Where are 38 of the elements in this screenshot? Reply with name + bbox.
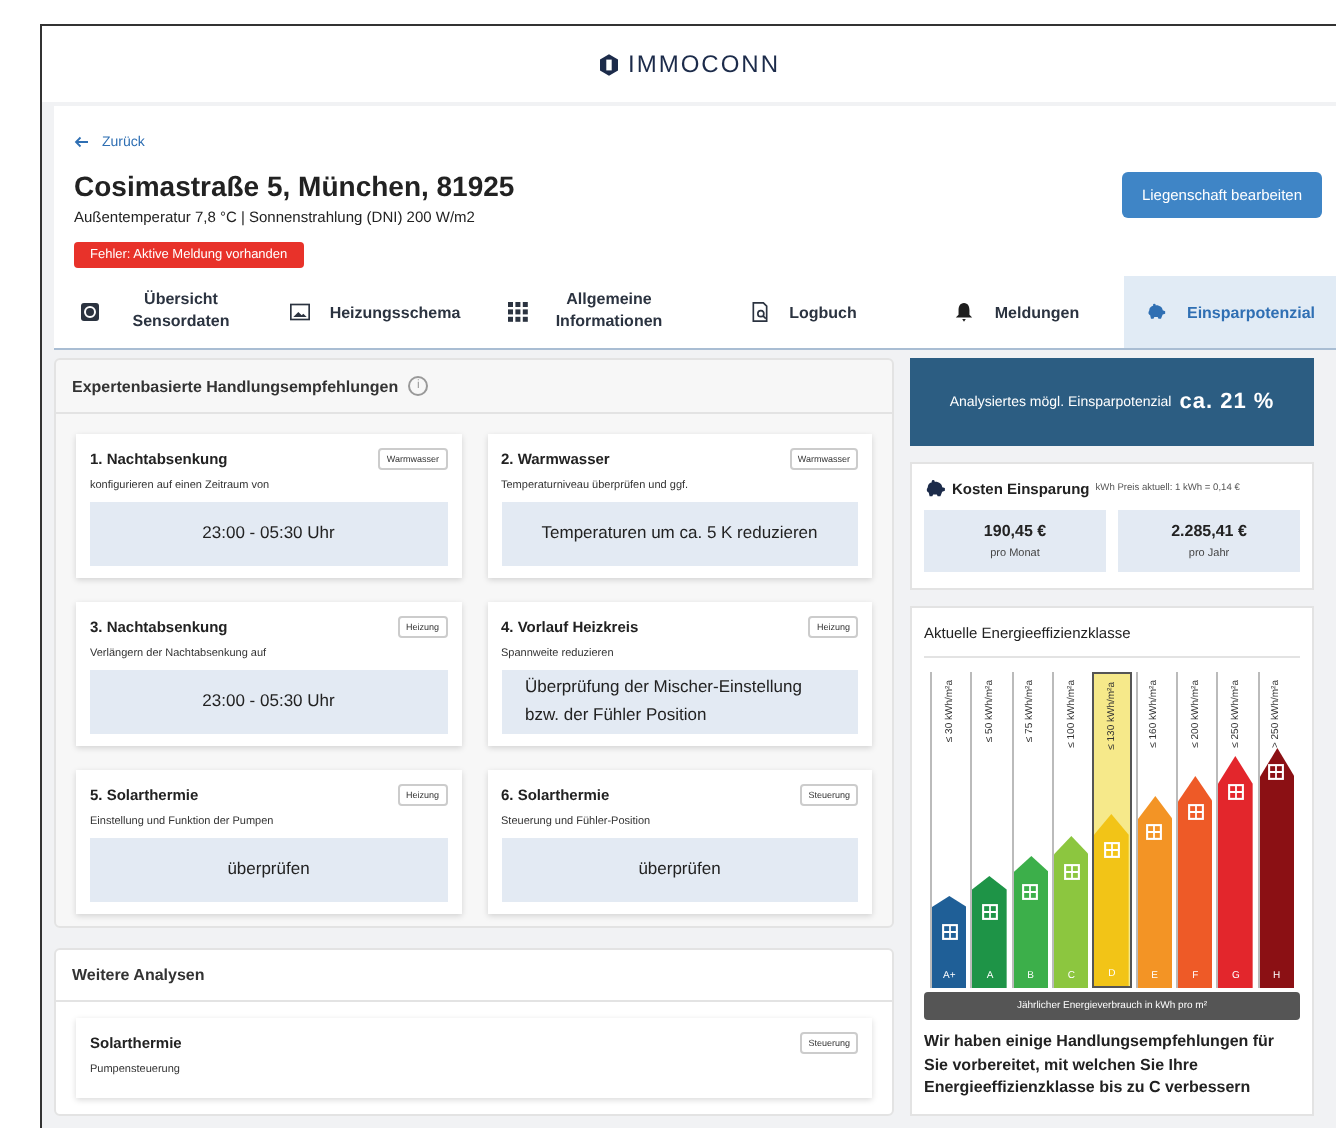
window-icon [1146, 824, 1163, 840]
arrow-left-icon [74, 136, 90, 148]
tab[interactable]: Heizungsschema [268, 276, 482, 348]
panel-title: Expertenbasierte Handlungsempfehlungen [72, 377, 399, 395]
cost-value: 2.285,41 € [1171, 522, 1247, 540]
tab[interactable]: Übersicht Sensordaten [54, 276, 268, 348]
action-box: Überprüfung der Mischer-Einstellung bzw. der Fühler Position [501, 670, 858, 734]
tab[interactable]: Einsparpotenzial [1124, 276, 1336, 348]
logo-icon [600, 53, 618, 75]
action-box: 23:00 - 05:30 Uhr [90, 502, 447, 566]
image-icon [289, 302, 310, 322]
property-title: Cosimastraße 5, München, 81925 [74, 170, 515, 202]
action-box: Temperaturen um ca. 5 K reduzieren [501, 502, 858, 566]
window-icon [1187, 804, 1204, 820]
tab[interactable]: Allgemeine Informationen [482, 276, 696, 348]
window-icon [981, 904, 998, 920]
action-box: 23:00 - 05:30 Uhr [90, 670, 447, 734]
window-icon [1268, 764, 1285, 780]
piggy-bank-icon [924, 480, 946, 498]
tab[interactable]: Logbuch [696, 276, 910, 348]
bell-icon [954, 302, 975, 322]
window-icon [1103, 842, 1120, 858]
window-icon [1063, 864, 1080, 880]
grid-icon [507, 302, 527, 322]
piggy-bank-icon [1146, 302, 1167, 322]
panel-title: Weitere Analysen [72, 966, 205, 984]
window-icon [941, 924, 958, 940]
document-search-icon [749, 302, 770, 322]
efficiency-message: Wir haben einige Handlungsempfehlungen für Sie vorbereitet, mit welchen Sie Ihre Energieeffizienzklasse bis zu C verbessern [924, 1030, 1277, 1100]
action-box: überprüfen [90, 838, 447, 902]
savings-value: ca. 21 % [1179, 390, 1275, 414]
cost-value: 190,45 € [983, 522, 1047, 540]
sensor-icon [79, 302, 99, 322]
action-box: überprüfen [501, 838, 858, 902]
window-icon [1227, 784, 1244, 800]
window-icon [1022, 884, 1039, 900]
tab[interactable]: Meldungen [910, 276, 1124, 348]
logo: IMMOCONN [628, 50, 780, 78]
